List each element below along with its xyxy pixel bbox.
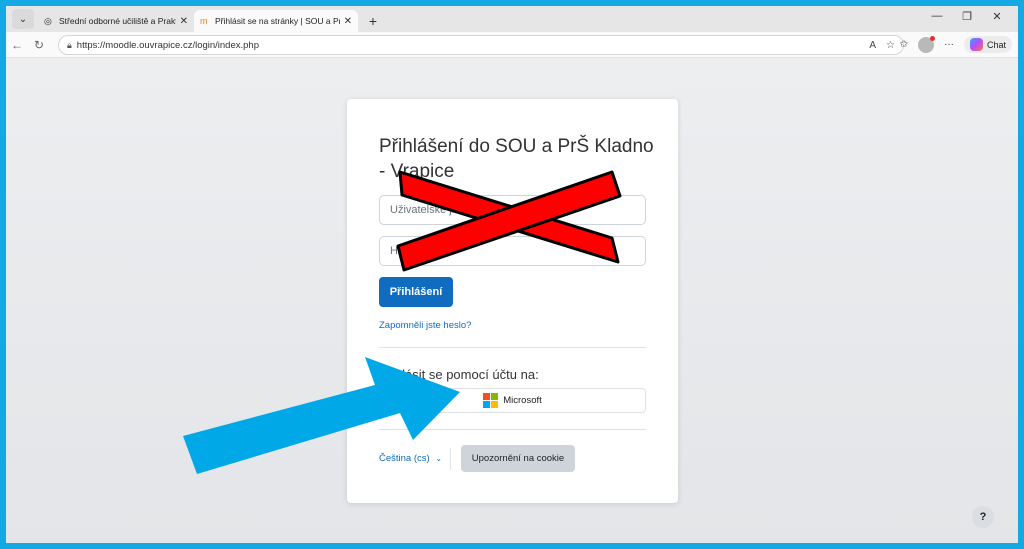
chat-label: Chat <box>986 39 1006 50</box>
browser-window: ⌄ ◎ Střední odborné učiliště a Praktick … <box>6 6 1018 543</box>
close-tab-icon[interactable]: ✕ <box>344 16 352 27</box>
tab-title: Střední odborné učiliště a Praktick <box>59 16 176 26</box>
password-field[interactable]: Heslo <box>379 236 646 266</box>
restore-icon[interactable]: ❐ <box>952 10 982 23</box>
navigation-bar: ← ↻ 🔒︎ https://moodle.ouvrapice.cz/login… <box>6 32 1018 58</box>
minimize-icon[interactable]: — <box>922 10 952 23</box>
separator <box>450 448 451 470</box>
help-button[interactable]: ? <box>972 506 994 528</box>
sso-label: Přihlásit se pomocí účtu na: <box>379 367 539 382</box>
cookie-notice-button[interactable]: Upozornění na cookie <box>461 445 575 472</box>
forgot-password-link[interactable]: Zapomněli jste heslo? <box>379 320 471 331</box>
favorite-icon[interactable]: ☆ <box>886 40 895 51</box>
new-tab-icon[interactable]: + <box>362 10 384 32</box>
login-card: Přihlášení do SOU a PrŠ Kladno - Vrapice… <box>347 99 678 503</box>
page-content: Přihlášení do SOU a PrŠ Kladno - Vrapice… <box>6 58 1018 543</box>
reload-icon[interactable]: ↻ <box>28 38 50 52</box>
tab-menu-icon[interactable]: ⌄ <box>12 9 34 29</box>
username-field[interactable]: Uživatelské jméno <box>379 195 646 225</box>
close-tab-icon[interactable]: ✕ <box>180 16 188 27</box>
language-selector[interactable]: Čeština (cs) ⌄ <box>379 453 442 464</box>
close-window-icon[interactable]: ✕ <box>982 10 1012 23</box>
profile-avatar[interactable] <box>917 35 935 53</box>
chat-button[interactable]: Chat <box>963 36 1012 53</box>
divider <box>379 347 646 348</box>
read-aloud-icon[interactable]: A <box>869 40 876 51</box>
lock-icon[interactable]: 🔒︎ <box>67 40 72 51</box>
copilot-icon <box>969 38 983 51</box>
address-bar[interactable]: 🔒︎ https://moodle.ouvrapice.cz/login/ind… <box>58 35 904 55</box>
back-icon[interactable]: ← <box>6 38 28 52</box>
tab-title: Přihlásit se na stránky | SOU a PrŠ <box>215 16 340 26</box>
login-heading: Přihlášení do SOU a PrŠ Kladno - Vrapice <box>379 136 654 182</box>
tab-school[interactable]: ◎ Střední odborné učiliště a Praktick ✕ <box>38 10 194 32</box>
tab-login[interactable]: m Přihlásit se na stránky | SOU a PrŠ ✕ <box>194 10 358 32</box>
microsoft-login-button[interactable]: Microsoft <box>379 388 646 413</box>
microsoft-button-label: Microsoft <box>503 395 542 406</box>
window-controls: — ❐ ✕ <box>922 10 1012 23</box>
divider <box>379 429 646 430</box>
login-button[interactable]: Přihlášení <box>379 277 453 307</box>
toolbar-right: ✩ ··· Chat <box>900 35 1012 53</box>
moodle-favicon-icon: m <box>200 16 208 26</box>
chevron-down-icon: ⌄ <box>435 454 443 463</box>
microsoft-logo-icon <box>483 393 499 408</box>
globe-icon: ◎ <box>44 16 52 26</box>
language-label: Čeština (cs) <box>379 453 430 464</box>
url-text: https://moodle.ouvrapice.cz/login/index.… <box>76 39 259 51</box>
tab-strip: ⌄ ◎ Střední odborné učiliště a Praktick … <box>6 6 1018 32</box>
more-icon[interactable]: ··· <box>944 39 954 50</box>
collections-icon[interactable]: ✩ <box>900 39 908 50</box>
